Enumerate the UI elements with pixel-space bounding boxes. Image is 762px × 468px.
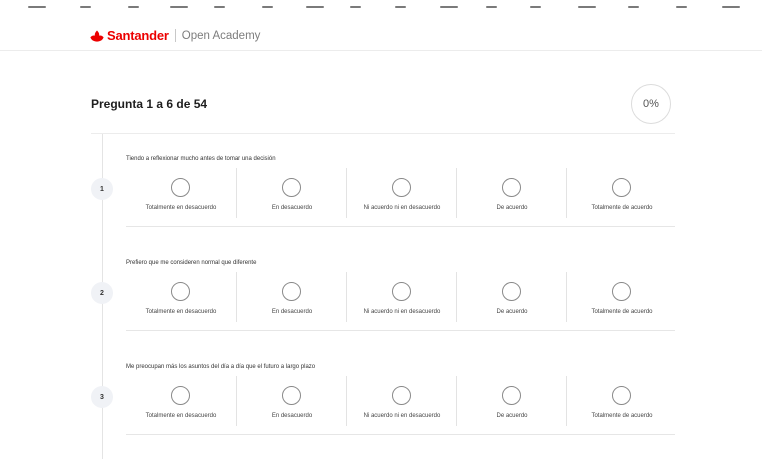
question-number: 1 [100, 185, 104, 193]
top-strip-segment [170, 6, 188, 8]
answer-option[interactable]: En desacuerdo [236, 376, 346, 426]
answer-option[interactable]: Totalmente en desacuerdo [126, 272, 236, 322]
answer-option-label: En desacuerdo [271, 205, 313, 211]
radio-button[interactable] [282, 386, 301, 405]
answer-option[interactable]: Ni acuerdo ni en desacuerdo [346, 272, 456, 322]
question-text: Me preocupan más los asuntos del día a d… [126, 364, 316, 370]
progress-indicator: 0% [631, 84, 671, 124]
top-strip-segment [350, 6, 361, 8]
answer-option-label: En desacuerdo [271, 309, 313, 315]
question-block: Prefiero que me consideren normal que di… [91, 260, 691, 364]
radio-button[interactable] [171, 386, 190, 405]
answer-option-label: Ni acuerdo ni en desacuerdo [363, 309, 441, 315]
radio-button[interactable] [502, 282, 521, 301]
answer-option[interactable]: En desacuerdo [236, 272, 346, 322]
header: Santander Open Academy [0, 18, 762, 51]
radio-button[interactable] [502, 178, 521, 197]
question-divider [126, 226, 675, 227]
top-strip-segment [28, 6, 46, 8]
answer-option-label: En desacuerdo [271, 413, 313, 419]
answer-option[interactable]: De acuerdo [456, 376, 566, 426]
question-block: Tiendo a reflexionar mucho antes de toma… [91, 156, 691, 260]
top-strip-segment [676, 6, 687, 8]
answer-option-label: Totalmente en desacuerdo [145, 309, 217, 315]
top-strip-segment [486, 6, 497, 8]
radio-button[interactable] [171, 282, 190, 301]
answer-option-label: De acuerdo [496, 309, 528, 315]
likert-scale: Totalmente en desacuerdo En desacuerdo Ni … [126, 168, 676, 218]
radio-button[interactable] [282, 178, 301, 197]
answer-option-label: Totalmente de acuerdo [591, 205, 653, 211]
product-name: Open Academy [181, 29, 261, 42]
answer-option[interactable]: Totalmente en desacuerdo [126, 168, 236, 218]
radio-button[interactable] [612, 178, 631, 197]
question-divider [126, 434, 675, 435]
question-number: 2 [100, 289, 104, 297]
answer-option[interactable]: Totalmente de acuerdo [566, 272, 676, 322]
answer-option-label: De acuerdo [496, 205, 528, 211]
answer-option[interactable]: Totalmente de acuerdo [566, 168, 676, 218]
radio-button[interactable] [612, 386, 631, 405]
answer-option-label: Ni acuerdo ni en desacuerdo [363, 205, 441, 211]
top-strip-segment [722, 6, 740, 8]
santander-logo[interactable]: Santander Open Academy [90, 28, 260, 43]
radio-button[interactable] [171, 178, 190, 197]
answer-option[interactable]: De acuerdo [456, 272, 566, 322]
top-strip-segment [128, 6, 139, 8]
top-strip-segment [440, 6, 458, 8]
answer-option[interactable]: En desacuerdo [236, 168, 346, 218]
question-text: Tiendo a reflexionar mucho antes de toma… [126, 156, 276, 162]
answer-option[interactable]: Ni acuerdo ni en desacuerdo [346, 376, 456, 426]
radio-button[interactable] [392, 282, 411, 301]
top-strip [0, 0, 762, 14]
radio-button[interactable] [612, 282, 631, 301]
question-divider [126, 330, 675, 331]
question-number-badge: 3 [91, 386, 113, 408]
santander-flame-icon [90, 30, 104, 42]
top-strip-segment [395, 6, 406, 8]
answer-option[interactable]: Totalmente en desacuerdo [126, 376, 236, 426]
top-strip-segment [628, 6, 639, 8]
top-strip-segment [530, 6, 541, 8]
likert-scale: Totalmente en desacuerdo En desacuerdo Ni … [126, 272, 676, 322]
top-strip-segment [306, 6, 324, 8]
top-strip-segment [262, 6, 273, 8]
radio-button[interactable] [392, 386, 411, 405]
answer-option[interactable]: Totalmente de acuerdo [566, 376, 676, 426]
brand-name: Santander [107, 28, 169, 43]
top-strip-segment [214, 6, 225, 8]
title-divider [91, 133, 675, 134]
top-strip-segment [80, 6, 91, 8]
radio-button[interactable] [392, 178, 411, 197]
answer-option-label: Totalmente de acuerdo [591, 413, 653, 419]
answer-option-label: Totalmente en desacuerdo [145, 205, 217, 211]
answer-option-label: Totalmente en desacuerdo [145, 413, 217, 419]
answer-option-label: Totalmente de acuerdo [591, 309, 653, 315]
page-title: Pregunta 1 a 6 de 54 [91, 97, 208, 111]
question-number-badge: 1 [91, 178, 113, 200]
answer-option-label: De acuerdo [496, 413, 528, 419]
question-text: Prefiero que me consideren normal que di… [126, 260, 257, 266]
question-number-badge: 2 [91, 282, 113, 304]
top-strip-segment [578, 6, 596, 8]
answer-option-label: Ni acuerdo ni en desacuerdo [363, 413, 441, 419]
question-block: Me preocupan más los asuntos del día a d… [91, 364, 691, 468]
question-number: 3 [100, 393, 104, 401]
progress-text: 0% [643, 98, 659, 110]
radio-button[interactable] [282, 282, 301, 301]
likert-scale: Totalmente en desacuerdo En desacuerdo Ni … [126, 376, 676, 426]
radio-button[interactable] [502, 386, 521, 405]
logo-divider [174, 29, 176, 42]
answer-option[interactable]: De acuerdo [456, 168, 566, 218]
answer-option[interactable]: Ni acuerdo ni en desacuerdo [346, 168, 456, 218]
